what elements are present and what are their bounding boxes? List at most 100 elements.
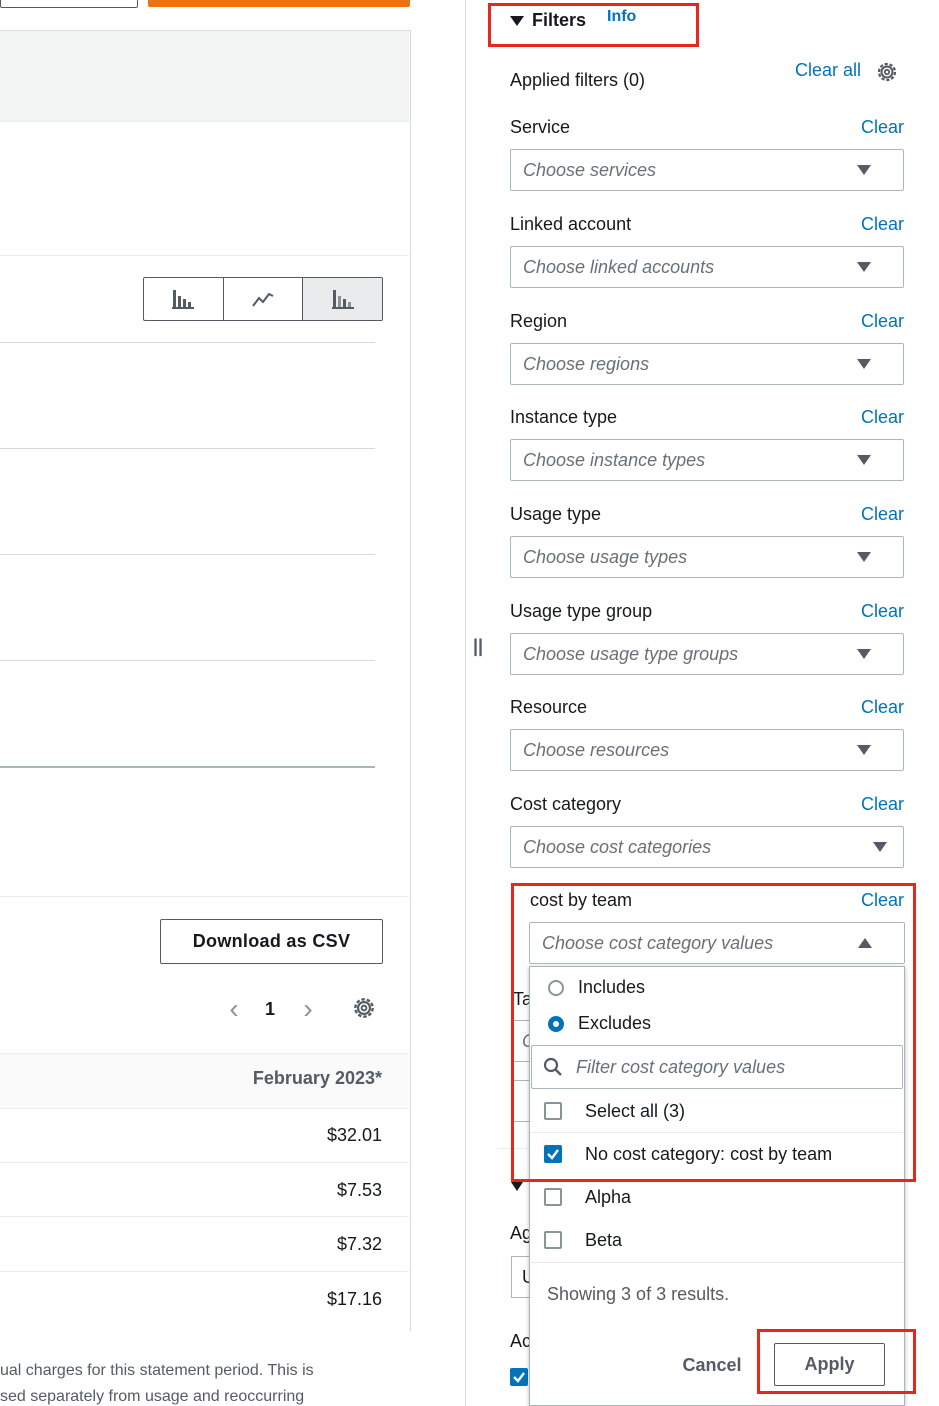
select-placeholder: Choose linked accounts xyxy=(523,256,715,277)
line-chart-button[interactable] xyxy=(224,278,304,320)
cost-by-team-clear-link[interactable]: Clear xyxy=(820,890,904,911)
table-cell: $7.53 xyxy=(336,1180,382,1200)
search-icon xyxy=(543,1057,562,1076)
beta-label[interactable]: Beta xyxy=(585,1230,622,1251)
service-select[interactable]: Choose services xyxy=(510,149,904,191)
service-clear-link[interactable]: Clear xyxy=(820,117,904,138)
resource-clear-link[interactable]: Clear xyxy=(820,697,904,718)
divider xyxy=(498,1148,529,1149)
caret-down-icon xyxy=(511,1182,523,1191)
applied-filters-count: Applied filters (0) xyxy=(510,70,646,90)
chart-gridline xyxy=(0,660,375,661)
filters-toggle[interactable]: Filters xyxy=(510,10,586,31)
caret-down-icon xyxy=(857,455,871,465)
select-all-label[interactable]: Select all (3) xyxy=(585,1101,685,1122)
pager-next-button[interactable]: › xyxy=(296,995,320,1023)
drag-handle-icon[interactable]: || xyxy=(473,636,487,656)
linked-account-clear-link[interactable]: Clear xyxy=(820,214,904,235)
select-all-checkbox[interactable] xyxy=(544,1102,562,1120)
select-placeholder: Choose cost categories xyxy=(523,836,712,857)
cost-by-team-select[interactable]: Choose cost category values xyxy=(529,922,905,964)
region-clear-link[interactable]: Clear xyxy=(820,311,904,332)
region-filter-label: Region xyxy=(510,311,568,331)
caret-down-icon xyxy=(857,745,871,755)
chart-style-toggle[interactable] xyxy=(143,277,383,321)
instance-type-filter-label: Instance type xyxy=(510,407,618,427)
select-placeholder: Choose resources xyxy=(523,739,670,760)
footnote-line: ual charges for this statement period. T… xyxy=(0,1362,314,1379)
no-cost-category-checkbox[interactable] xyxy=(544,1145,562,1163)
filter-cost-category-values-input[interactable]: Filter cost category values xyxy=(531,1045,903,1089)
caret-up-icon xyxy=(858,938,872,948)
report-panel-header xyxy=(0,31,409,122)
select-placeholder: Choose regions xyxy=(523,353,650,374)
bar-chart-button[interactable] xyxy=(144,278,224,320)
caret-down-icon xyxy=(857,359,871,369)
top-primary-button[interactable] xyxy=(148,0,410,7)
resource-select[interactable]: Choose resources xyxy=(510,729,904,771)
caret-down-icon xyxy=(857,649,871,659)
clear-all-link[interactable]: Clear all xyxy=(795,60,861,81)
usage-type-filter-label: Usage type xyxy=(510,504,602,524)
hidden-aggregate-select: U xyxy=(511,1256,535,1298)
resource-filter-label: Resource xyxy=(510,697,588,717)
instance-type-select[interactable]: Choose instance types xyxy=(510,439,904,481)
filters-title: Filters xyxy=(532,10,587,30)
table-cell: $7.32 xyxy=(336,1234,382,1254)
no-cost-category-label[interactable]: No cost category: cost by team xyxy=(585,1144,832,1165)
usage-type-select[interactable]: Choose usage types xyxy=(510,536,904,578)
cancel-button[interactable]: Cancel xyxy=(672,1352,752,1378)
filters-info-link[interactable]: Info xyxy=(607,8,636,26)
top-secondary-button[interactable] xyxy=(0,0,138,8)
caret-down-icon xyxy=(857,165,871,175)
linked-account-filter-label: Linked account xyxy=(510,214,632,234)
cost-by-team-label: cost by team xyxy=(530,890,633,910)
instance-type-clear-link[interactable]: Clear xyxy=(820,407,904,428)
pager-prev-button[interactable]: ‹ xyxy=(222,995,246,1023)
apply-button[interactable]: Apply xyxy=(774,1343,885,1386)
includes-radio-label[interactable]: Includes xyxy=(578,977,645,998)
column-header-february-2023: February 2023* xyxy=(252,1068,382,1088)
download-csv-button[interactable]: Download as CSV xyxy=(160,919,383,964)
check-icon xyxy=(513,1372,525,1383)
stacked-bar-chart-icon xyxy=(331,290,354,309)
includes-radio[interactable] xyxy=(548,980,564,996)
option-divider xyxy=(530,1132,904,1133)
select-placeholder: Choose cost category values xyxy=(542,932,774,953)
chart-gridline xyxy=(0,448,375,449)
line-chart-icon xyxy=(252,292,274,307)
row-divider xyxy=(0,1162,409,1163)
search-placeholder: Filter cost category values xyxy=(576,1056,786,1077)
bar-chart-icon xyxy=(172,290,195,309)
usage-type-group-select[interactable]: Choose usage type groups xyxy=(510,633,904,675)
filter-settings-gear-icon[interactable] xyxy=(875,60,899,84)
usage-type-clear-link[interactable]: Clear xyxy=(820,504,904,525)
option-divider xyxy=(530,1262,904,1263)
alpha-checkbox[interactable] xyxy=(544,1188,562,1206)
check-icon xyxy=(547,1149,559,1160)
excludes-radio-label[interactable]: Excludes xyxy=(578,1013,651,1034)
footnote-line: sed separately from usage and reoccurrin… xyxy=(0,1388,305,1405)
row-divider xyxy=(0,1216,409,1217)
select-placeholder: Choose services xyxy=(523,159,657,180)
stacked-bar-chart-button[interactable] xyxy=(303,278,382,320)
cost-category-select[interactable]: Choose cost categories xyxy=(510,826,904,868)
select-placeholder: Choose instance types xyxy=(523,449,706,470)
cost-category-clear-link[interactable]: Clear xyxy=(820,794,904,815)
usage-type-group-clear-link[interactable]: Clear xyxy=(820,601,904,622)
alpha-label[interactable]: Alpha xyxy=(585,1187,631,1208)
panel-splitter xyxy=(465,0,466,1406)
caret-down-icon xyxy=(857,552,871,562)
pager-current-page[interactable]: 1 xyxy=(258,996,282,1022)
divider xyxy=(0,255,409,256)
chart-gridline xyxy=(0,554,375,555)
usage-type-group-filter-label: Usage type group xyxy=(510,601,653,621)
region-select[interactable]: Choose regions xyxy=(510,343,904,385)
linked-account-select[interactable]: Choose linked accounts xyxy=(510,246,904,288)
beta-checkbox[interactable] xyxy=(544,1231,562,1249)
excludes-radio[interactable] xyxy=(548,1016,564,1032)
select-placeholder: Choose usage type groups xyxy=(523,643,739,664)
caret-down-icon xyxy=(873,842,887,852)
hidden-advanced-label: Ac xyxy=(510,1331,532,1351)
table-settings-gear-icon[interactable] xyxy=(351,994,377,1022)
